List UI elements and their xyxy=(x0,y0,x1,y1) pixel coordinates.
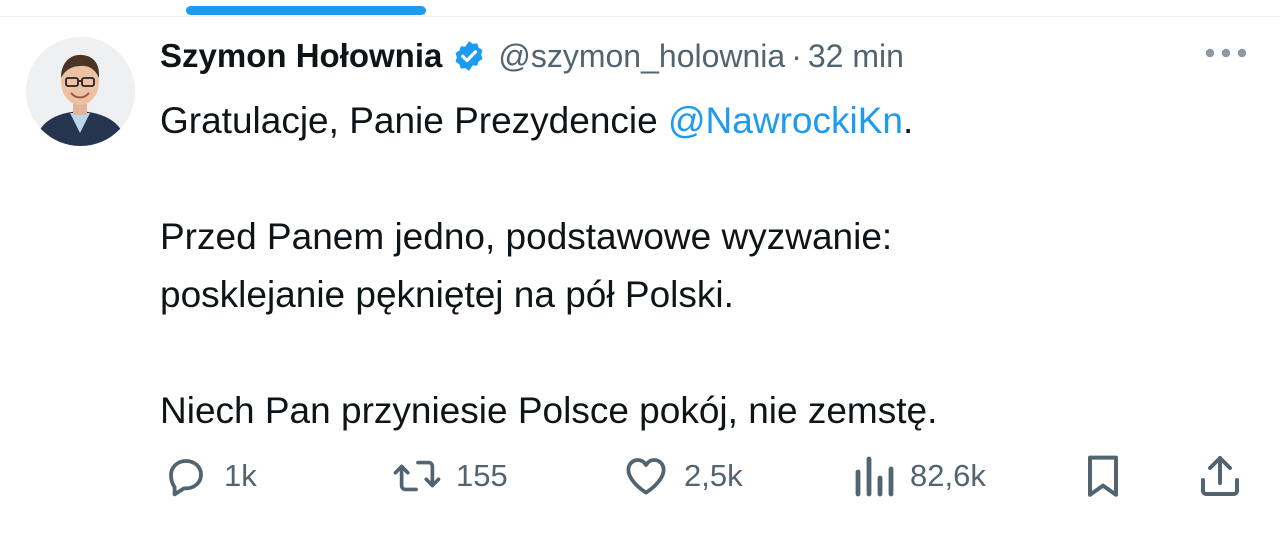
reply-count: 1k xyxy=(224,458,257,493)
mention-link[interactable]: @NawrockiKn xyxy=(668,100,903,141)
tweet-paragraph-1: Gratulacje, Panie Prezydencie @NawrockiK… xyxy=(160,92,1240,150)
tweet-text: Gratulacje, Panie Prezydencie @NawrockiK… xyxy=(160,92,1240,440)
bookmark-icon xyxy=(1080,452,1126,500)
heart-icon xyxy=(622,452,670,500)
tweet-header: Szymon Hołownia @szymon_holownia · 32 mi… xyxy=(160,30,904,82)
views-bar-icon xyxy=(852,452,896,500)
verified-badge-icon xyxy=(452,39,486,73)
bookmark-button[interactable] xyxy=(1080,448,1126,504)
retweet-icon xyxy=(392,452,442,500)
more-dots-icon[interactable] xyxy=(1200,38,1252,68)
tweet-paragraph-2-line-1: Przed Panem jedno, podstawowe wyzwanie: xyxy=(160,216,893,257)
divider xyxy=(0,16,1280,17)
avatar[interactable] xyxy=(26,37,135,146)
text-segment: Gratulacje, Panie Prezydencie xyxy=(160,100,668,141)
views-button[interactable]: 82,6k xyxy=(852,448,986,504)
action-bar: 1k 155 2,5k 82,6k xyxy=(0,448,1280,504)
tweet-paragraph-2-line-2: posklejanie pękniętej na pół Polski. xyxy=(160,274,734,315)
like-count: 2,5k xyxy=(684,458,743,493)
like-button[interactable]: 2,5k xyxy=(622,448,743,504)
share-button[interactable] xyxy=(1196,448,1244,504)
reply-bubble-icon xyxy=(162,452,210,500)
share-icon xyxy=(1196,452,1244,500)
handle[interactable]: @szymon_holownia xyxy=(498,38,785,75)
reply-button[interactable]: 1k xyxy=(162,448,257,504)
separator-dot: · xyxy=(791,37,802,74)
display-name[interactable]: Szymon Hołownia xyxy=(160,37,442,75)
retweet-button[interactable]: 155 xyxy=(392,448,508,504)
views-count: 82,6k xyxy=(910,458,986,493)
retweet-count: 155 xyxy=(456,458,508,493)
tab-indicator xyxy=(186,6,426,15)
tweet-paragraph-3: Niech Pan przyniesie Polsce pokój, nie z… xyxy=(160,390,938,431)
text-segment: . xyxy=(902,100,914,141)
timestamp[interactable]: 32 min xyxy=(808,38,904,75)
